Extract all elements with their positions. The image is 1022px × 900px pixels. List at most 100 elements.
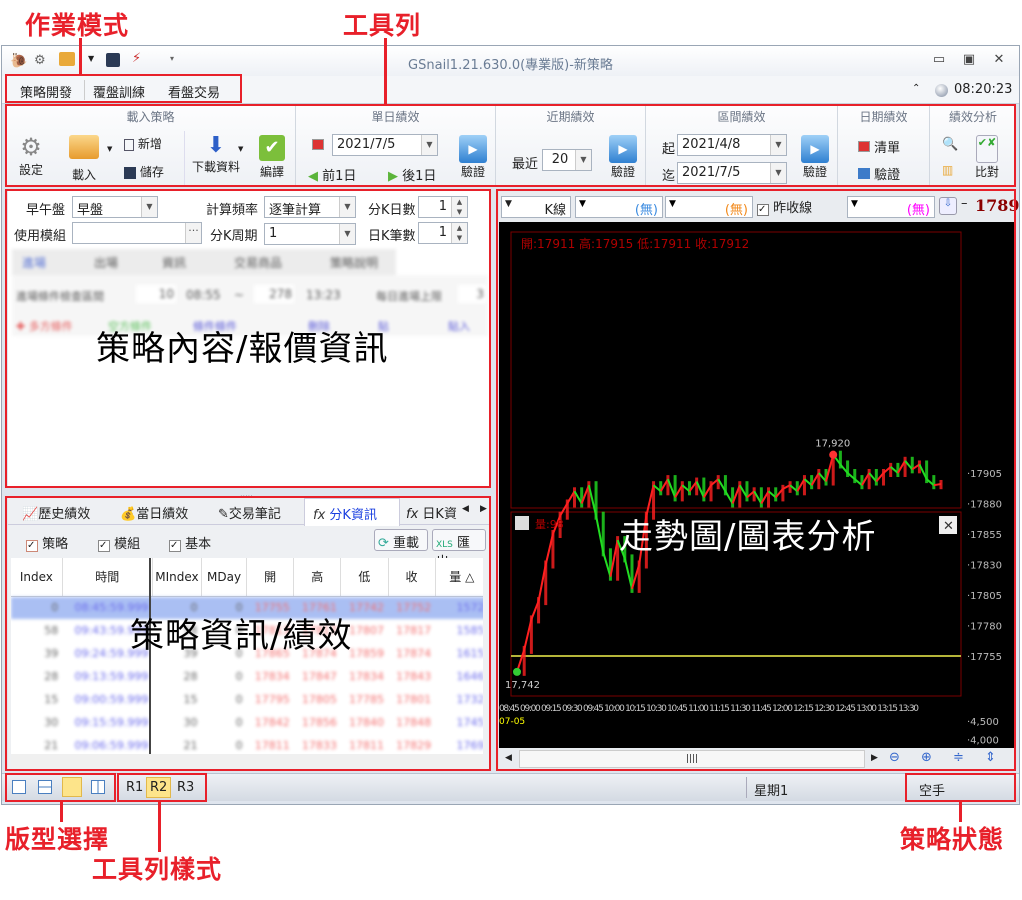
new-button[interactable]: 新增 xyxy=(124,135,162,152)
checkbox-basic[interactable]: ✓ 基本 xyxy=(169,533,211,552)
expand-vertical-icon[interactable]: ⇕ xyxy=(985,750,996,765)
column-header[interactable]: 低 xyxy=(340,558,389,597)
table-row[interactable]: 15 09:00:59.999 15 0 17795 17805 17785 17801 173… xyxy=(11,688,483,711)
arrow-left-icon: ◀ xyxy=(308,169,318,184)
range-to-date[interactable]: 2021/7/5 ▼ xyxy=(677,162,787,184)
tab-replay-training[interactable]: 覆盤訓練 xyxy=(93,82,145,101)
module-input[interactable]: ··· xyxy=(72,222,202,244)
recent-days-select[interactable]: 20 ▼ xyxy=(542,149,592,171)
price-volume-chart[interactable]: 開:17911 高:17915 低:17911 收:17912 ·17905 ·17… xyxy=(499,222,1015,748)
tab-description[interactable]: 策略說明 xyxy=(330,254,378,271)
min-days-stepper[interactable]: 1 ▲ ▼ xyxy=(418,196,468,218)
tab-scroll-left-icon[interactable]: ◀ xyxy=(462,504,469,514)
maximize-button[interactable]: ▣ xyxy=(958,52,980,67)
export-button[interactable]: XLS 匯出 xyxy=(432,529,486,570)
save-button[interactable]: 儲存 xyxy=(124,163,164,180)
next-day-button[interactable]: ▶ 後1日 xyxy=(388,165,436,184)
load-button[interactable]: 載入 xyxy=(61,135,107,183)
compare-button[interactable]: ✔✘ 比對 xyxy=(970,135,1004,180)
tab-day-k-info[interactable]: fx 日K資 xyxy=(406,503,458,522)
scroll-left-icon[interactable]: ◀ xyxy=(505,753,512,763)
entry-start-input[interactable]: 10 xyxy=(136,285,176,303)
notes-icon: ✎ xyxy=(218,507,229,522)
reload-button[interactable]: ⟳ 重載 xyxy=(374,529,428,551)
daily-verify-button[interactable]: ▶ 驗證 xyxy=(456,135,490,180)
range-verify-button[interactable]: ▶ 驗證 xyxy=(798,135,832,180)
long-condition-button[interactable]: ✚ 多方條件 xyxy=(16,318,73,334)
paste-in-button[interactable]: 貼入 xyxy=(448,318,470,334)
minus-icon[interactable]: – xyxy=(961,196,968,211)
list-button[interactable]: 清單 xyxy=(858,137,900,156)
indicator-select-2[interactable]: ▼ (無) xyxy=(665,196,753,218)
daily-date-picker[interactable]: 2021/7/5 ▼ xyxy=(332,134,438,156)
collapse-ribbon-icon[interactable]: ⌃ xyxy=(912,83,920,94)
minimize-button[interactable]: ▭ xyxy=(928,52,950,67)
tab-exit[interactable]: 出場 xyxy=(94,254,118,271)
indicator-select-3[interactable]: ▼ (無) xyxy=(847,196,935,218)
download-data-button[interactable]: ⬇ 下載資料 xyxy=(188,133,244,175)
prev-close-checkbox[interactable]: ✓ 昨收線 xyxy=(757,197,812,216)
zoom-in-icon[interactable]: ⊕ xyxy=(921,750,932,765)
tab-trade-notes[interactable]: ✎交易筆記 xyxy=(218,503,281,522)
table-cell: 1769 xyxy=(456,739,484,752)
style-r2[interactable]: R2 xyxy=(146,777,172,798)
tab-daily-perf[interactable]: 💰當日績效 xyxy=(120,503,188,522)
tab-products[interactable]: 交易商品 xyxy=(234,254,282,271)
style-r1[interactable]: R1 xyxy=(126,780,143,795)
column-header[interactable]: 收 xyxy=(388,558,436,597)
scroll-right-icon[interactable]: ▶ xyxy=(871,753,878,763)
recent-verify-button[interactable]: ▶ 驗證 xyxy=(606,135,640,180)
chart-type-select[interactable]: ▼ K線 xyxy=(501,196,571,218)
compress-vertical-icon[interactable]: ≑ xyxy=(953,750,964,765)
candle xyxy=(695,477,699,496)
tab-live-trading[interactable]: 看盤交易 xyxy=(168,82,220,101)
table-cell: 39 xyxy=(44,647,59,660)
horizontal-scrollbar[interactable] xyxy=(11,754,483,768)
min-period-select[interactable]: 1 ▼ xyxy=(264,223,356,245)
table-row[interactable]: 30 09:15:59.999 30 0 17842 17856 17840 17848 174… xyxy=(11,711,483,734)
zoom-out-icon[interactable]: ⊖ xyxy=(889,750,900,765)
bar-chart-icon[interactable]: ▥ xyxy=(942,163,953,177)
tab-minute-k-info[interactable]: fx 分K資訊 xyxy=(304,498,400,526)
close-button[interactable]: ✕ xyxy=(988,52,1010,67)
range-from-date[interactable]: 2021/4/8 ▼ xyxy=(677,134,787,156)
tab-strategy-dev[interactable]: 策略開發 xyxy=(20,82,72,101)
layout-1-icon[interactable] xyxy=(12,780,26,794)
session-select[interactable]: 早盤 ▼ xyxy=(72,196,158,218)
tab-scroll-right-icon[interactable]: ▶ xyxy=(480,504,487,514)
day-k-stepper[interactable]: 1 ▲ ▼ xyxy=(418,222,468,244)
table-row[interactable]: 21 09:06:59.999 21 0 17811 17833 17811 17829 176… xyxy=(11,734,483,754)
session-label: 早午盤 xyxy=(26,203,66,218)
tab-history-perf[interactable]: 📈歷史績效 xyxy=(22,503,90,522)
column-header[interactable]: 時間 xyxy=(62,558,153,597)
column-header[interactable]: Index xyxy=(11,558,63,597)
download-icon[interactable]: ⇩ xyxy=(939,197,957,215)
column-header[interactable]: 高 xyxy=(293,558,342,597)
tab-info[interactable]: 資訊 xyxy=(162,254,186,271)
date-verify-button[interactable]: 驗證 xyxy=(858,164,900,183)
column-header[interactable]: 開 xyxy=(246,558,295,597)
style-r3[interactable]: R3 xyxy=(177,780,194,795)
layout-2-icon[interactable] xyxy=(38,780,52,794)
compile-button[interactable]: ✔ 編譯 xyxy=(254,135,290,180)
table-cell: 30 xyxy=(183,716,198,729)
daily-limit-input[interactable]: 3 xyxy=(458,285,486,303)
table-row[interactable]: 28 09:13:59.999 28 0 17834 17847 17834 17843 164… xyxy=(11,665,483,688)
column-header[interactable]: MDay xyxy=(201,558,248,597)
chart-scrollbar[interactable]: |||| xyxy=(519,750,865,768)
indicator-select-1[interactable]: ▼ (無) xyxy=(575,196,663,218)
layout-4-icon[interactable] xyxy=(91,780,105,794)
entry-end-input[interactable]: 278 xyxy=(254,285,294,303)
tab-entry[interactable]: 進場 xyxy=(22,254,46,271)
group-title: 單日績效 xyxy=(371,110,420,124)
prev-day-button[interactable]: ◀ 前1日 xyxy=(308,165,356,184)
settings-button[interactable]: ⚙ 設定 xyxy=(14,133,48,178)
gears-icon: ⚙ xyxy=(20,133,42,161)
checkbox-strategy[interactable]: ✓ 策略 xyxy=(26,533,68,552)
analysis-zoom-icon[interactable]: 🔍 xyxy=(942,137,958,152)
column-header[interactable]: MIndex xyxy=(152,558,203,597)
checkbox-module[interactable]: ✓ 模組 xyxy=(98,533,140,552)
calc-frequency-select[interactable]: 逐筆計算 ▼ xyxy=(264,196,356,218)
layout-3-icon[interactable] xyxy=(62,777,82,797)
column-header[interactable]: 量 △ xyxy=(435,558,483,597)
